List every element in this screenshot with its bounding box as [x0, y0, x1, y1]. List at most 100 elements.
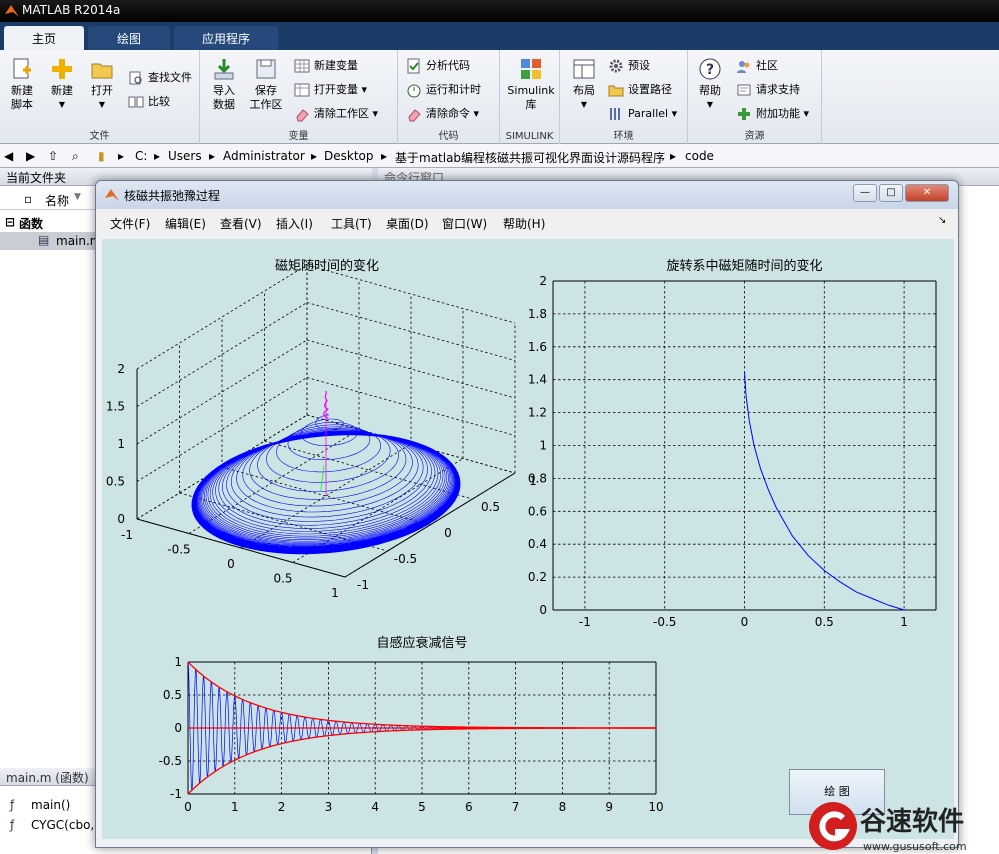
breadcrumb-sep: ▸ [311, 149, 318, 163]
chart1-y-tick-label: -1 [357, 578, 369, 592]
find-files-button[interactable]: 查找文件 [128, 68, 192, 88]
check-doc-icon [407, 58, 420, 74]
maximize-button[interactable]: □ [879, 184, 903, 202]
new-script-icon [13, 58, 31, 79]
breadcrumb-administrator[interactable]: Administrator [223, 149, 305, 163]
new-button[interactable]: 新建 ▼ [40, 56, 84, 112]
open-variable-button[interactable]: 打开变量 ▾ [294, 80, 367, 100]
analyze-code-button[interactable]: 分析代码 [406, 56, 470, 76]
run-and-time-button[interactable]: 运行和计时 [406, 80, 481, 100]
clear-workspace-button[interactable]: 清除工作区 ▾ [294, 104, 378, 124]
function-icon: ƒ [10, 798, 15, 812]
add-ons-button[interactable]: 附加功能 ▾ [736, 104, 809, 124]
clear-commands-button[interactable]: 清除命令 ▾ [406, 104, 479, 124]
chart1-y-tick-label: -0.5 [394, 552, 417, 566]
function-item[interactable]: CYGC(cbo, [31, 818, 94, 832]
menu-file[interactable]: 文件(F) [110, 215, 150, 232]
breadcrumb-project[interactable]: 基于matlab编程核磁共振可视化界面设计源码程序 [395, 149, 665, 166]
new-variable-button[interactable]: 新建变量 [294, 56, 358, 76]
browse-folder-icon[interactable]: ⌕ [72, 149, 79, 164]
window-titlebar: MATLAB R2014a [0, 0, 999, 22]
tab-apps[interactable]: 应用程序 [174, 26, 278, 50]
tab-home[interactable]: 主页 [4, 26, 84, 50]
eraser-icon [408, 109, 421, 122]
breadcrumb-users[interactable]: Users [168, 149, 202, 163]
chart3-y-tick-label: -0.5 [159, 754, 182, 768]
collapse-icon[interactable]: ⊟ [5, 215, 15, 229]
forward-arrow-icon[interactable]: ▶ [26, 149, 35, 163]
chart3-y-tick-label: 0 [174, 721, 182, 735]
svg-text:?: ? [706, 62, 714, 78]
chart3-x-tick-label: 2 [278, 800, 286, 814]
chart2-x-tick-label: -1 [579, 615, 591, 629]
svg-text:www.gususoft.com: www.gususoft.com [863, 840, 967, 853]
folder-icon [608, 85, 624, 97]
breadcrumb-desktop[interactable]: Desktop [324, 149, 374, 163]
simulink-library-button[interactable]: Simulink 库 [504, 56, 558, 112]
group-variable: 导入 数据 保存 工作区 新建变量 打开变量 ▾ 清除工作区 ▾ 变量 [200, 50, 398, 144]
new-script-button[interactable]: 新建 脚本 [0, 56, 44, 112]
parallel-button[interactable]: Parallel ▾ [608, 104, 677, 124]
breadcrumb-sep: ▸ [154, 149, 161, 163]
menu-tools[interactable]: 工具(T) [331, 215, 372, 232]
col-name[interactable]: 名称 [45, 192, 69, 209]
chart3-x-tick-label: 9 [605, 800, 613, 814]
chart2-y-tick-label: 2 [539, 274, 547, 288]
set-path-button[interactable]: 设置路径 [608, 80, 672, 100]
address-bar: ◀ ▶ ⇧ ⌕ ▮ ▸ C: ▸ Users ▸ Administrator ▸… [0, 144, 999, 168]
compare-button[interactable]: 比较 [128, 92, 170, 112]
function-item[interactable]: main() [31, 798, 70, 812]
group-functions[interactable]: 函数 [19, 215, 43, 232]
sort-arrow-icon: ▼ [74, 192, 81, 202]
figure-titlebar: 核磁共振弛豫过程 — □ ✕ [96, 181, 958, 209]
menu-insert[interactable]: 插入(I) [276, 215, 313, 232]
preferences-button[interactable]: 预设 [608, 56, 650, 76]
parallel-icon [610, 108, 620, 120]
minimize-button[interactable]: — [853, 184, 877, 202]
file-icon: ▫ [24, 192, 33, 206]
dock-arrow-icon[interactable]: ↘ [938, 215, 946, 226]
close-button[interactable]: ✕ [905, 184, 949, 202]
chart3-x-tick-label: 0 [184, 800, 192, 814]
menu-view[interactable]: 查看(V) [220, 215, 262, 232]
menu-help[interactable]: 帮助(H) [503, 215, 545, 232]
add-ons-icon [738, 108, 750, 120]
layout-button[interactable]: 布局 ▼ [562, 56, 606, 112]
chart2-y-tick-label: 0 [539, 603, 547, 617]
community-icon [737, 61, 750, 73]
open-button[interactable]: 打开 ▼ [80, 56, 124, 112]
chart1-z-tick-label: 0 [117, 512, 125, 526]
breadcrumb-code[interactable]: code [685, 149, 714, 163]
chart3-x-tick-label: 7 [512, 800, 520, 814]
menu-window[interactable]: 窗口(W) [442, 215, 487, 232]
save-workspace-icon [256, 59, 276, 79]
group-file: 新建 脚本 新建 ▼ 打开 ▼ 查找文件 比较 文件 [0, 50, 200, 144]
stopwatch-icon [407, 84, 421, 98]
help-icon: ? [699, 58, 721, 80]
back-arrow-icon[interactable]: ◀ [4, 149, 13, 163]
menu-desktop[interactable]: 桌面(D) [386, 215, 429, 232]
figure-canvas: -1 -0.5 0 0.5 1 0 0.2 0.4 0.6 0.8 1 1.2 1.4 1.6 1.8 2 旋转… [102, 239, 954, 839]
community-button[interactable]: 社区 [736, 56, 778, 76]
watermark-logo: 谷速软件 www.gususoft.com [809, 802, 967, 853]
chart3-x-tick-label: 6 [465, 800, 473, 814]
plus-icon [52, 59, 72, 79]
chart2-y-tick-label: 1.8 [528, 307, 547, 321]
import-data-button[interactable]: 导入 数据 [202, 56, 246, 112]
chart2-y-tick-label: 0.2 [528, 570, 547, 584]
layout-icon [573, 59, 595, 79]
save-workspace-button[interactable]: 保存 工作区 [244, 56, 288, 112]
up-folder-icon[interactable]: ⇧ [48, 149, 58, 163]
breadcrumb-sep: ▸ [381, 149, 388, 163]
help-button[interactable]: ? 帮助 ▼ [688, 56, 732, 112]
chart1-x-tick-label: 0 [227, 557, 235, 571]
chart2-y-tick-label: 1.4 [528, 373, 547, 387]
figure-window: 核磁共振弛豫过程 — □ ✕ 文件(F) 编辑(E) 查看(V) 插入(I) 工… [95, 180, 959, 848]
chart2-x-tick-label: 0 [741, 615, 749, 629]
group-variable-label: 变量 [288, 131, 309, 142]
request-support-button[interactable]: 请求支持 [736, 80, 800, 100]
chart1-x-tick-label: -0.5 [167, 543, 190, 557]
menu-edit[interactable]: 编辑(E) [165, 215, 206, 232]
breadcrumb-drive[interactable]: C: [135, 149, 147, 163]
tab-plots[interactable]: 绘图 [88, 26, 170, 50]
